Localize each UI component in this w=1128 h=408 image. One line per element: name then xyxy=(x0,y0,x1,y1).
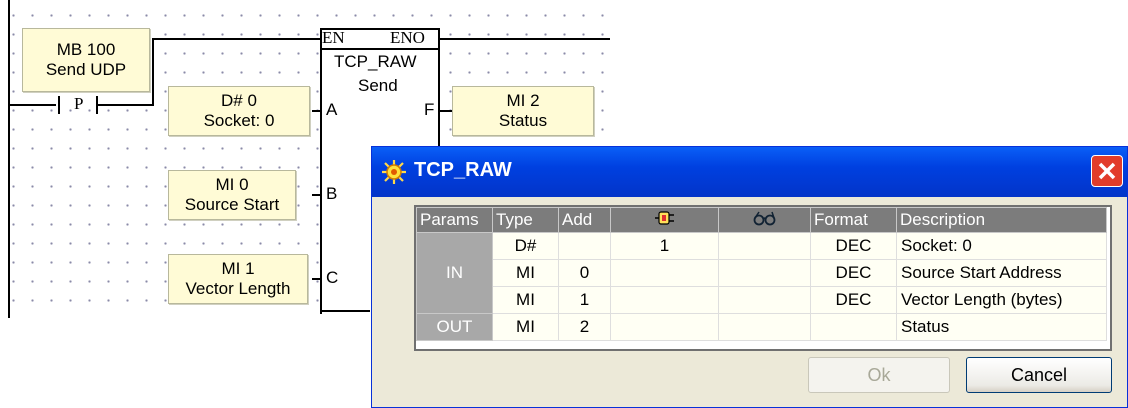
col-header-type: Type xyxy=(492,207,559,233)
cell-watch[interactable] xyxy=(718,286,811,314)
socket-operand-box[interactable]: D# 0 Socket: 0 xyxy=(168,86,310,136)
cell-value[interactable] xyxy=(610,286,719,314)
cell-description[interactable]: Source Start Address xyxy=(896,259,1107,287)
cell-add[interactable]: 2 xyxy=(558,313,611,341)
table-row[interactable]: OUT MI 2 Status xyxy=(416,313,1107,341)
group-label-out: OUT xyxy=(416,313,493,341)
dialog-client-area: Params Type Add Format Description IN D#… xyxy=(376,197,1123,403)
cell-format[interactable]: DEC xyxy=(810,286,897,314)
pin-b-stub xyxy=(312,194,320,196)
glasses-icon xyxy=(753,211,775,225)
source-operand-box[interactable]: MI 0 Source Start xyxy=(168,170,296,220)
cell-type[interactable]: MI xyxy=(492,313,559,341)
col-header-add: Add xyxy=(558,207,611,233)
cell-add[interactable]: 1 xyxy=(558,286,611,314)
cell-add[interactable] xyxy=(558,232,611,260)
close-icon xyxy=(1098,162,1116,180)
cell-format[interactable]: DEC xyxy=(810,232,897,260)
table-row[interactable]: MI 0 DEC Source Start Address xyxy=(417,259,1107,287)
cell-description[interactable]: Vector Length (bytes) xyxy=(896,286,1107,314)
table-row[interactable]: IN D# 1 DEC Socket: 0 xyxy=(416,232,1107,314)
rung-wire xyxy=(98,104,154,106)
cell-value[interactable] xyxy=(610,259,719,287)
contact-left-bar xyxy=(58,96,60,114)
mb-description: Send UDP xyxy=(45,60,127,79)
cell-watch[interactable] xyxy=(718,232,811,260)
plug-icon xyxy=(654,210,674,225)
left-power-rail xyxy=(8,0,10,318)
function-block-operation: Send xyxy=(358,76,398,95)
cell-format[interactable] xyxy=(810,313,897,341)
length-address: MI 1 xyxy=(221,259,255,278)
rung-wire xyxy=(152,38,154,106)
pin-a-stub xyxy=(312,110,320,112)
cell-type[interactable]: D# xyxy=(492,232,559,260)
socket-address: D# 0 xyxy=(221,91,257,110)
status-description: Status xyxy=(498,111,548,130)
dialog-title-bar[interactable]: TCP_RAW xyxy=(372,147,1127,197)
en-wire xyxy=(152,38,322,40)
col-header-description: Description xyxy=(896,207,1107,233)
mb-operand-box[interactable]: MB 100 Send UDP xyxy=(22,28,150,92)
mb-address: MB 100 xyxy=(56,40,116,59)
cell-value[interactable] xyxy=(610,313,719,341)
pin-c-stub xyxy=(312,278,320,280)
cell-type[interactable]: MI xyxy=(492,259,559,287)
eno-wire xyxy=(438,38,610,40)
app-icon xyxy=(382,160,406,184)
col-header-format: Format xyxy=(810,207,897,233)
cell-format[interactable]: DEC xyxy=(810,259,897,287)
cell-watch[interactable] xyxy=(718,259,811,287)
source-address: MI 0 xyxy=(215,175,249,194)
fb-header-line xyxy=(322,48,438,50)
params-grid: Params Type Add Format Description IN D#… xyxy=(414,205,1112,351)
length-description: Vector Length xyxy=(185,279,291,298)
col-header-value xyxy=(610,207,719,233)
fb-bottom-wire xyxy=(320,310,370,312)
ok-button[interactable]: Ok xyxy=(808,357,950,393)
table-row[interactable]: MI 1 DEC Vector Length (bytes) xyxy=(417,286,1107,314)
tcp-raw-dialog: TCP_RAW Params Type Add Format Descripti… xyxy=(371,146,1128,408)
pin-a-label: A xyxy=(326,100,338,119)
pin-c-label: C xyxy=(326,268,339,287)
en-pin-label: EN xyxy=(322,28,345,47)
cell-watch[interactable] xyxy=(718,313,811,341)
params-table: Params Type Add Format Description IN D#… xyxy=(416,207,1107,341)
cell-value[interactable]: 1 xyxy=(610,232,719,260)
eno-pin-label: ENO xyxy=(390,28,425,47)
table-header-row: Params Type Add Format Description xyxy=(416,207,1107,233)
col-header-params: Params xyxy=(416,207,493,233)
pin-f-label: F xyxy=(424,100,435,119)
dialog-title: TCP_RAW xyxy=(414,159,512,181)
cancel-button[interactable]: Cancel xyxy=(966,357,1112,393)
status-operand-box[interactable]: MI 2 Status xyxy=(452,86,594,136)
col-header-watch xyxy=(718,207,811,233)
positive-transition-contact[interactable]: P xyxy=(74,94,83,114)
status-address: MI 2 xyxy=(506,91,540,110)
length-operand-box[interactable]: MI 1 Vector Length xyxy=(168,254,308,304)
socket-description: Socket: 0 xyxy=(203,111,275,130)
cell-description[interactable]: Socket: 0 xyxy=(896,232,1107,260)
group-label-in: IN xyxy=(416,232,493,314)
source-description: Source Start xyxy=(184,195,280,214)
cell-description[interactable]: Status xyxy=(896,313,1107,341)
pin-b-label: B xyxy=(326,184,338,203)
function-block-name: TCP_RAW xyxy=(334,52,417,71)
close-button[interactable] xyxy=(1091,155,1123,187)
cell-add[interactable]: 0 xyxy=(558,259,611,287)
pin-f-stub xyxy=(438,110,452,112)
rung-wire xyxy=(10,104,56,106)
cell-type[interactable]: MI xyxy=(492,286,559,314)
